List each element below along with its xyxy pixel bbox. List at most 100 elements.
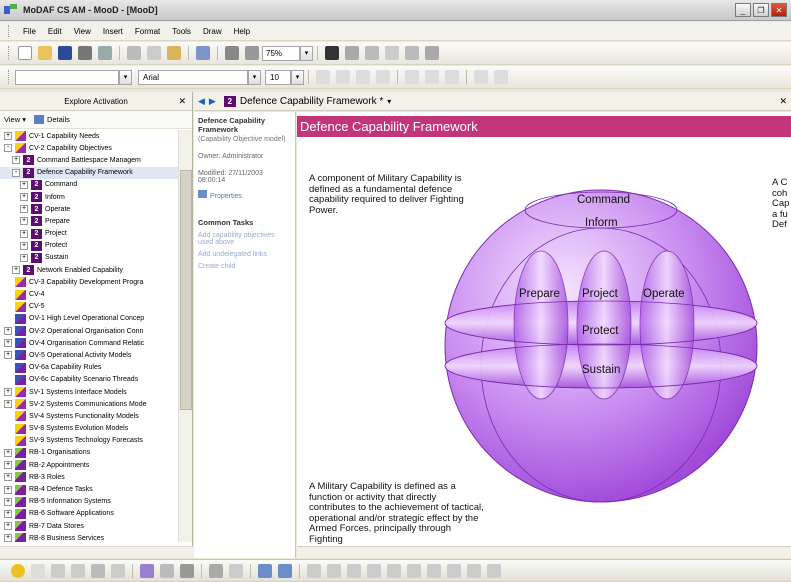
expand-icon[interactable]: + — [4, 485, 12, 494]
bold-icon[interactable] — [316, 70, 330, 84]
expand-icon[interactable]: + — [4, 522, 12, 531]
canvas-horizontal-scrollbar[interactable] — [297, 546, 791, 558]
tree-item[interactable]: CV-5 — [0, 301, 178, 313]
expand-icon[interactable]: + — [4, 339, 12, 348]
forward-arrow-icon[interactable]: ▶ — [209, 96, 216, 107]
details-button[interactable]: Details — [47, 115, 70, 124]
tree-item[interactable]: OV-6c Capability Scenario Threads — [0, 374, 178, 386]
tree-item[interactable]: + RB-5 Information Systems — [0, 496, 178, 508]
zoom-out-icon[interactable] — [278, 563, 292, 578]
tree-item[interactable]: + OV-5 Operational Activity Models — [0, 349, 178, 361]
tree-item[interactable]: CV-4 — [0, 288, 178, 300]
expand-icon[interactable]: + — [4, 509, 12, 518]
font-name-combo[interactable]: Arial — [138, 69, 248, 85]
shape-icon[interactable] — [11, 563, 25, 578]
print-icon[interactable] — [78, 46, 92, 60]
tree-item[interactable]: + RB-6 Software Applications — [0, 508, 178, 520]
text-box-icon[interactable] — [51, 563, 65, 578]
zoom-combo[interactable]: 75% — [262, 45, 300, 61]
tree-item[interactable]: + RB-4 Defence Tasks — [0, 483, 178, 495]
close-button[interactable]: ✕ — [771, 3, 787, 17]
bring-front-icon[interactable] — [387, 563, 401, 578]
paste-icon[interactable] — [167, 46, 181, 60]
expand-icon[interactable]: + — [4, 448, 12, 457]
tree-item[interactable]: + SV-1 Systems Interface Models — [0, 386, 178, 398]
tree-item[interactable]: +2 Network Enabled Capability — [0, 264, 178, 276]
properties-icon[interactable] — [245, 46, 259, 60]
expand-icon[interactable]: + — [4, 497, 12, 506]
label-protect[interactable]: Protect — [582, 325, 619, 337]
menu-draw[interactable]: Draw — [197, 27, 228, 36]
tree-item[interactable]: +2 Prepare — [0, 215, 178, 227]
tree-item[interactable]: + RB-8 Business Services — [0, 532, 178, 542]
menu-tools[interactable]: Tools — [166, 27, 197, 36]
save-icon[interactable] — [58, 46, 72, 60]
restore-button[interactable]: ❐ — [753, 3, 769, 17]
operate-column[interactable] — [639, 250, 695, 400]
label-project[interactable]: Project — [582, 288, 619, 300]
expand-icon[interactable]: + — [20, 193, 28, 202]
zoom-dropdown-icon[interactable]: ▾ — [300, 45, 313, 61]
undo-icon[interactable] — [196, 46, 210, 60]
font-size-dropdown-icon[interactable]: ▾ — [291, 69, 304, 85]
explorer-close-icon[interactable]: ✕ — [178, 96, 186, 107]
align-center-icon[interactable] — [425, 70, 439, 84]
tree-item[interactable]: +2 Sustain — [0, 252, 178, 264]
menu-edit[interactable]: Edit — [42, 27, 68, 36]
tree-item[interactable]: + RB-2 Appointments — [0, 459, 178, 471]
line-icon[interactable] — [111, 563, 125, 578]
rotate-icon[interactable] — [427, 563, 441, 578]
task-create-child[interactable]: Create child — [198, 263, 291, 270]
cut-icon[interactable] — [127, 46, 141, 60]
expand-icon[interactable]: + — [20, 205, 28, 214]
select-pointer-icon[interactable] — [31, 563, 45, 578]
ungroup-icon[interactable] — [367, 563, 381, 578]
expand-icon[interactable]: + — [12, 266, 20, 275]
minimize-button[interactable]: _ — [735, 3, 751, 17]
tree-item[interactable]: -2 Defence Capability Framework — [0, 166, 178, 179]
expand-icon[interactable]: + — [4, 534, 12, 542]
expand-icon[interactable]: + — [20, 241, 28, 250]
tree-item[interactable]: +2 Protect — [0, 240, 178, 252]
toolbar-grip[interactable] — [8, 46, 11, 60]
collapse-icon[interactable]: - — [4, 144, 12, 153]
tree-item[interactable]: + OV-4 Organisation Command Relatic — [0, 337, 178, 349]
table-icon[interactable] — [467, 563, 481, 578]
shrink-font-icon[interactable] — [494, 70, 508, 84]
font-name-dropdown-icon[interactable]: ▾ — [248, 69, 261, 85]
menu-insert[interactable]: Insert — [97, 27, 129, 36]
tree-item[interactable]: + RB-1 Organisations — [0, 447, 178, 459]
tree-item[interactable]: OV-1 High Level Operational Concep — [0, 313, 178, 325]
group-icon[interactable] — [347, 563, 361, 578]
find-icon[interactable] — [325, 46, 339, 60]
layout-icon[interactable] — [345, 46, 359, 60]
task-add-undelegated-links[interactable]: Add undelegated links — [198, 251, 291, 258]
tree-item[interactable]: SV-9 Systems Technology Forecasts — [0, 435, 178, 447]
label-inform[interactable]: Inform — [585, 217, 618, 229]
tree-item[interactable]: + RB-7 Data Stores — [0, 520, 178, 532]
expand-icon[interactable]: + — [4, 388, 12, 397]
frame-icon[interactable] — [91, 563, 105, 578]
tree-item[interactable]: + CV-1 Capability Needs — [0, 130, 178, 142]
align-right-icon[interactable] — [445, 70, 459, 84]
tree-item[interactable]: CV-3 Capability Development Progra — [0, 276, 178, 288]
menu-view[interactable]: View — [68, 27, 97, 36]
document-close-icon[interactable]: ✕ — [779, 96, 787, 107]
arrow-style-icon[interactable] — [229, 563, 243, 578]
expand-icon[interactable]: + — [12, 156, 20, 165]
tree-item[interactable]: +2 Inform — [0, 191, 178, 203]
tree-item[interactable]: +2 Command — [0, 179, 178, 191]
flip-icon[interactable] — [447, 563, 461, 578]
expand-icon[interactable]: + — [20, 253, 28, 262]
italic-icon[interactable] — [336, 70, 350, 84]
tree-item[interactable]: OV-6a Capability Rules — [0, 362, 178, 374]
font-size-combo[interactable]: 10 — [265, 69, 291, 85]
image-icon[interactable] — [425, 46, 439, 60]
tree-item[interactable]: SV-8 Systems Evolution Models — [0, 423, 178, 435]
copy-icon[interactable] — [147, 46, 161, 60]
print-preview-icon[interactable] — [98, 46, 112, 60]
grid-icon[interactable] — [365, 46, 379, 60]
task-add-capability-objectives[interactable]: Add capability objectives used above — [198, 232, 291, 246]
label-command[interactable]: Command — [577, 194, 630, 206]
collapse-icon[interactable]: - — [12, 168, 20, 177]
